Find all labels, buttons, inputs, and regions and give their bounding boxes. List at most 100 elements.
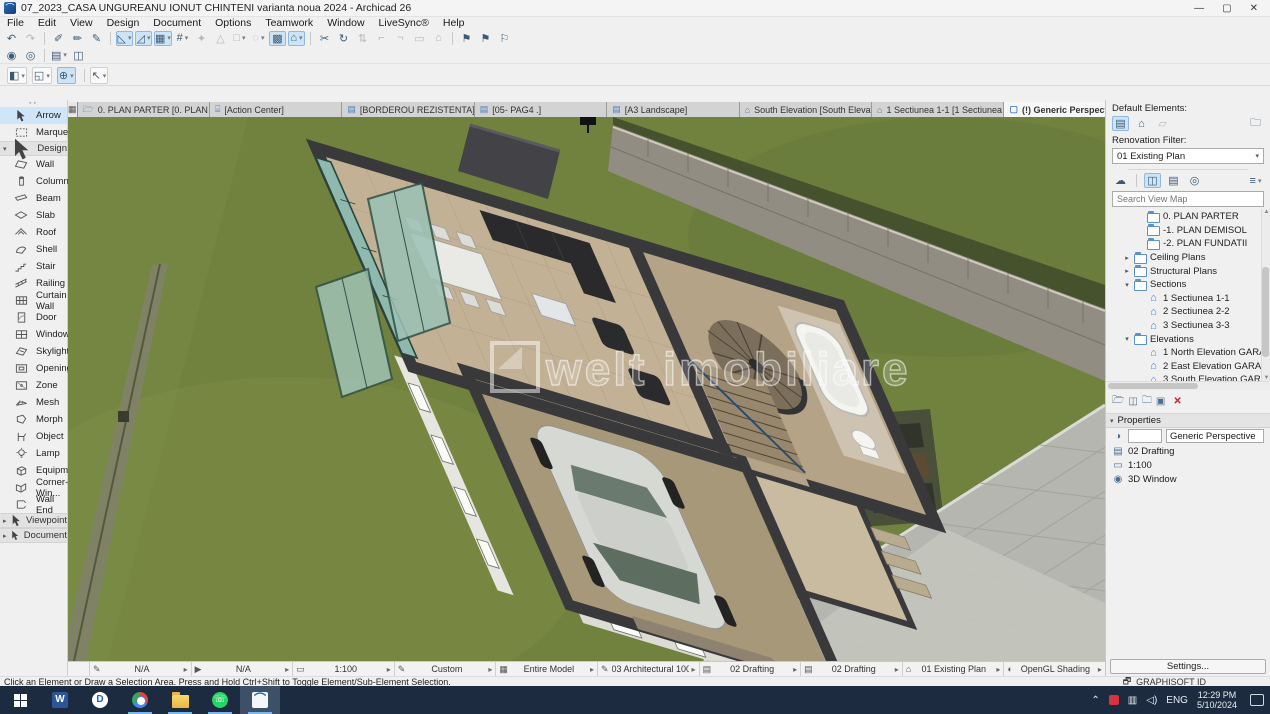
tool-opening[interactable]: Opening (0, 360, 67, 377)
toolbox-section-design[interactable]: ▾ Design (0, 141, 67, 156)
guide-lines-button[interactable]: ◺ (116, 31, 133, 46)
layout-book-icon[interactable]: ▤ (1165, 173, 1182, 188)
menu-teamwork[interactable]: Teamwork (258, 17, 320, 29)
tool-wall-end[interactable]: Wall End (0, 496, 67, 513)
tool-zone[interactable]: Zone (0, 377, 67, 394)
tree-north-elevation-garaj[interactable]: ⌂ 1 North Elevation GARAJ (1106, 346, 1270, 360)
compass-group[interactable]: ⊕ (57, 67, 76, 84)
fillet-button[interactable]: ⌐ (373, 31, 390, 46)
tool-roof[interactable]: Roof (0, 224, 67, 241)
toolbox-grip[interactable]: ▪▪ (0, 100, 67, 107)
tool-arrow[interactable]: Arrow (0, 107, 67, 124)
tool-door[interactable]: Door (0, 309, 67, 326)
gravity-button[interactable]: ✦ (193, 31, 210, 46)
quick-pen-na[interactable]: ✎ N/A ▸ (89, 662, 191, 676)
menu-window[interactable]: Window (320, 17, 371, 29)
taskbar-explorer-icon[interactable] (160, 686, 200, 714)
delete-view-icon[interactable]: ✕ (1173, 396, 1181, 407)
tool-skylight[interactable]: Skylight (0, 343, 67, 360)
tree-structural-plans[interactable]: ▸ Structural Plans (1106, 264, 1270, 278)
quick-layer-combination[interactable]: ▤ 02 Drafting ▸ (699, 662, 801, 676)
tool-shell[interactable]: Shell (0, 241, 67, 258)
element-snap-group[interactable]: ◧ (7, 67, 27, 84)
tray-app-badge[interactable] (1109, 695, 1119, 705)
magic-wand-button[interactable]: △ (212, 31, 229, 46)
tab-sectiunea-1-1[interactable]: ⌂ 1 Sectiunea 1-1 [1 Sectiunea 1-1] (872, 102, 1004, 117)
marquee-options-button[interactable]: ◌ (250, 31, 267, 46)
tree-sections[interactable]: ▾ Sections (1106, 278, 1270, 292)
tree-plan-parter[interactable]: 0. PLAN PARTER (1106, 210, 1270, 224)
tab-a3-landscape[interactable]: ▤ [A3 Landscape] (607, 102, 739, 117)
notification-center-icon[interactable] (1250, 694, 1264, 706)
rotate-button[interactable]: ↻ (335, 31, 352, 46)
print-elements-icon[interactable]: ⌂ (1133, 116, 1150, 131)
tree-sectiunea-1-1[interactable]: ⌂ 1 Sectiunea 1-1 (1106, 292, 1270, 306)
toolbox-section-viewpoint[interactable]: ▸ Viewpoint (0, 513, 67, 528)
intersect-button[interactable]: ¬ (392, 31, 409, 46)
tool-lamp[interactable]: Lamp (0, 445, 67, 462)
tab-south-elevation[interactable]: ⌂ South Elevation [South Elevation] (740, 102, 872, 117)
open-library-icon[interactable]: 🗀 (1247, 116, 1264, 131)
quick-renovation-filter[interactable]: ⌂ 01 Existing Plan ▸ (902, 662, 1004, 676)
adjust-button[interactable]: ⇅ (354, 31, 371, 46)
view-name-field[interactable]: Generic Perspective (1166, 429, 1264, 443)
tree-south-elevation-garaj[interactable]: ⌂ 3 South Elevation GARAJ (1106, 373, 1270, 381)
tool-object[interactable]: Object (0, 428, 67, 445)
view-map-icon[interactable]: ◫ (1144, 173, 1161, 188)
menu-document[interactable]: Document (146, 17, 208, 29)
flag-button-1[interactable]: ⚑ (458, 31, 475, 46)
renovation-filter-select[interactable]: 01 Existing Plan ▾ (1112, 148, 1264, 164)
split-button[interactable]: ✂ (316, 31, 333, 46)
tool-curtain-wall[interactable]: Curtain Wall (0, 292, 67, 309)
quick-arrow-na[interactable]: ▶ N/A ▸ (191, 662, 293, 676)
tab-action-center[interactable]: ⌸ [Action Center] (210, 102, 342, 117)
taskbar-clock[interactable]: 12:29 PM 5/10/2024 (1197, 690, 1237, 710)
view-id-field[interactable] (1128, 429, 1162, 443)
menu-livesync[interactable]: LiveSync® (372, 17, 436, 29)
toolbox-section-document[interactable]: ▸ Document (0, 528, 67, 543)
double-pane-button[interactable]: ◫ (70, 48, 87, 63)
grid-snap-button[interactable]: # (174, 31, 191, 46)
menu-edit[interactable]: Edit (31, 17, 63, 29)
snap-points-button[interactable]: ▦ (154, 31, 172, 46)
maximize-button[interactable]: ▢ (1222, 3, 1231, 14)
publisher-icon[interactable]: ◎ (1186, 173, 1203, 188)
tree-vertical-scrollbar[interactable]: ▲ ▼ (1261, 209, 1270, 381)
undo-button[interactable]: ↶ (3, 31, 20, 46)
search-input[interactable] (1113, 194, 1263, 204)
default-elements-mode-icon[interactable]: ▤ (1112, 116, 1129, 131)
menu-options[interactable]: Options (208, 17, 258, 29)
tree-ceiling-plans[interactable]: ▸ Ceiling Plans (1106, 251, 1270, 265)
taskbar-bimx-icon[interactable]: D (80, 686, 120, 714)
taskbar-whatsapp-icon[interactable]: ☏ (200, 686, 240, 714)
properties-header[interactable]: ▾ Properties (1106, 414, 1270, 428)
tree-elevations[interactable]: ▾ Elevations (1106, 332, 1270, 346)
view-settings-icon[interactable]: ▣ (1156, 396, 1165, 407)
taskbar-word-icon[interactable]: W (40, 686, 80, 714)
tool-stair[interactable]: Stair (0, 258, 67, 275)
language-indicator[interactable]: ENG (1166, 695, 1188, 706)
tool-slab[interactable]: Slab (0, 207, 67, 224)
flag-button-3[interactable]: ⚐ (496, 31, 513, 46)
menu-help[interactable]: Help (436, 17, 472, 29)
resize-button[interactable]: ▭ (411, 31, 428, 46)
tree-sectiunea-3-3[interactable]: ⌂ 3 Sectiunea 3-3 (1106, 319, 1270, 333)
clone-folder-icon[interactable]: 🗀 (1142, 393, 1152, 410)
quick-pen-set-architectural[interactable]: ✎ 03 Architectural 100 ▸ (597, 662, 699, 676)
tab-borderou-rezistenta[interactable]: ▤ [BORDEROU REZISTENTA] (342, 102, 474, 117)
open-view-icon[interactable]: 🗁 (1112, 393, 1124, 410)
viewport-3d[interactable]: welt imobiliare (68, 117, 1105, 661)
taskbar-archicad-icon[interactable]: ⌒ (240, 686, 280, 714)
quick-pen-set[interactable]: ✎ Custom ▸ (394, 662, 496, 676)
fit-in-window-button[interactable]: ⌂ (430, 31, 447, 46)
redo-button[interactable]: ↷ (22, 31, 39, 46)
flag-button-2[interactable]: ⚑ (477, 31, 494, 46)
tray-chevron-icon[interactable]: ⌃ (1091, 695, 1099, 706)
3d-cutaway-button[interactable]: ⌂ (288, 31, 305, 46)
selection-group[interactable]: ◱ (32, 67, 52, 84)
menu-file[interactable]: File (0, 17, 31, 29)
menu-design[interactable]: Design (100, 17, 147, 29)
favorites-button[interactable]: ✎ (88, 31, 105, 46)
project-chooser-icon[interactable]: ☁ (1112, 173, 1129, 188)
snap-guides-button[interactable]: ◿ (135, 31, 152, 46)
